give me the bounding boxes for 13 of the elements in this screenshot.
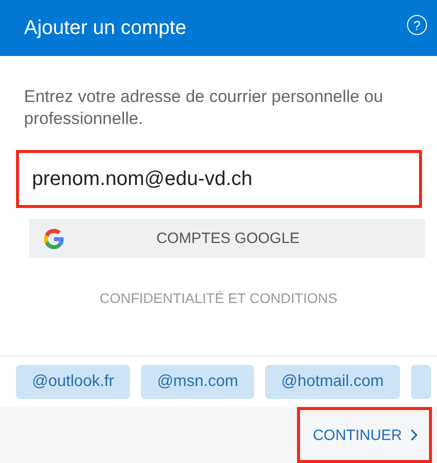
domain-suggestion-chip[interactable]: @outlook.fr (16, 365, 130, 399)
email-field[interactable]: prenom.nom@edu-vd.ch (16, 150, 422, 208)
domain-suggestion-chip[interactable] (410, 365, 431, 399)
domain-suggestion-chip[interactable]: @msn.com (141, 365, 254, 399)
chevron-icon (410, 429, 418, 441)
domain-suggestion-chip[interactable]: @hotmail.com (265, 365, 400, 399)
privacy-link[interactable]: CONFIDENTIALITÉ ET CONDITIONS (100, 290, 338, 306)
screen-title: Ajouter un compte (24, 16, 186, 40)
help-button[interactable]: ? (407, 15, 427, 35)
instruction-text: Entrez votre adresse de courrier personnelle ou professionnelle. (24, 86, 384, 130)
continue-button[interactable]: CONTINUER (296, 407, 432, 463)
google-g-icon (43, 228, 65, 250)
google-accounts-button[interactable]: COMPTES GOOGLE (29, 219, 425, 258)
